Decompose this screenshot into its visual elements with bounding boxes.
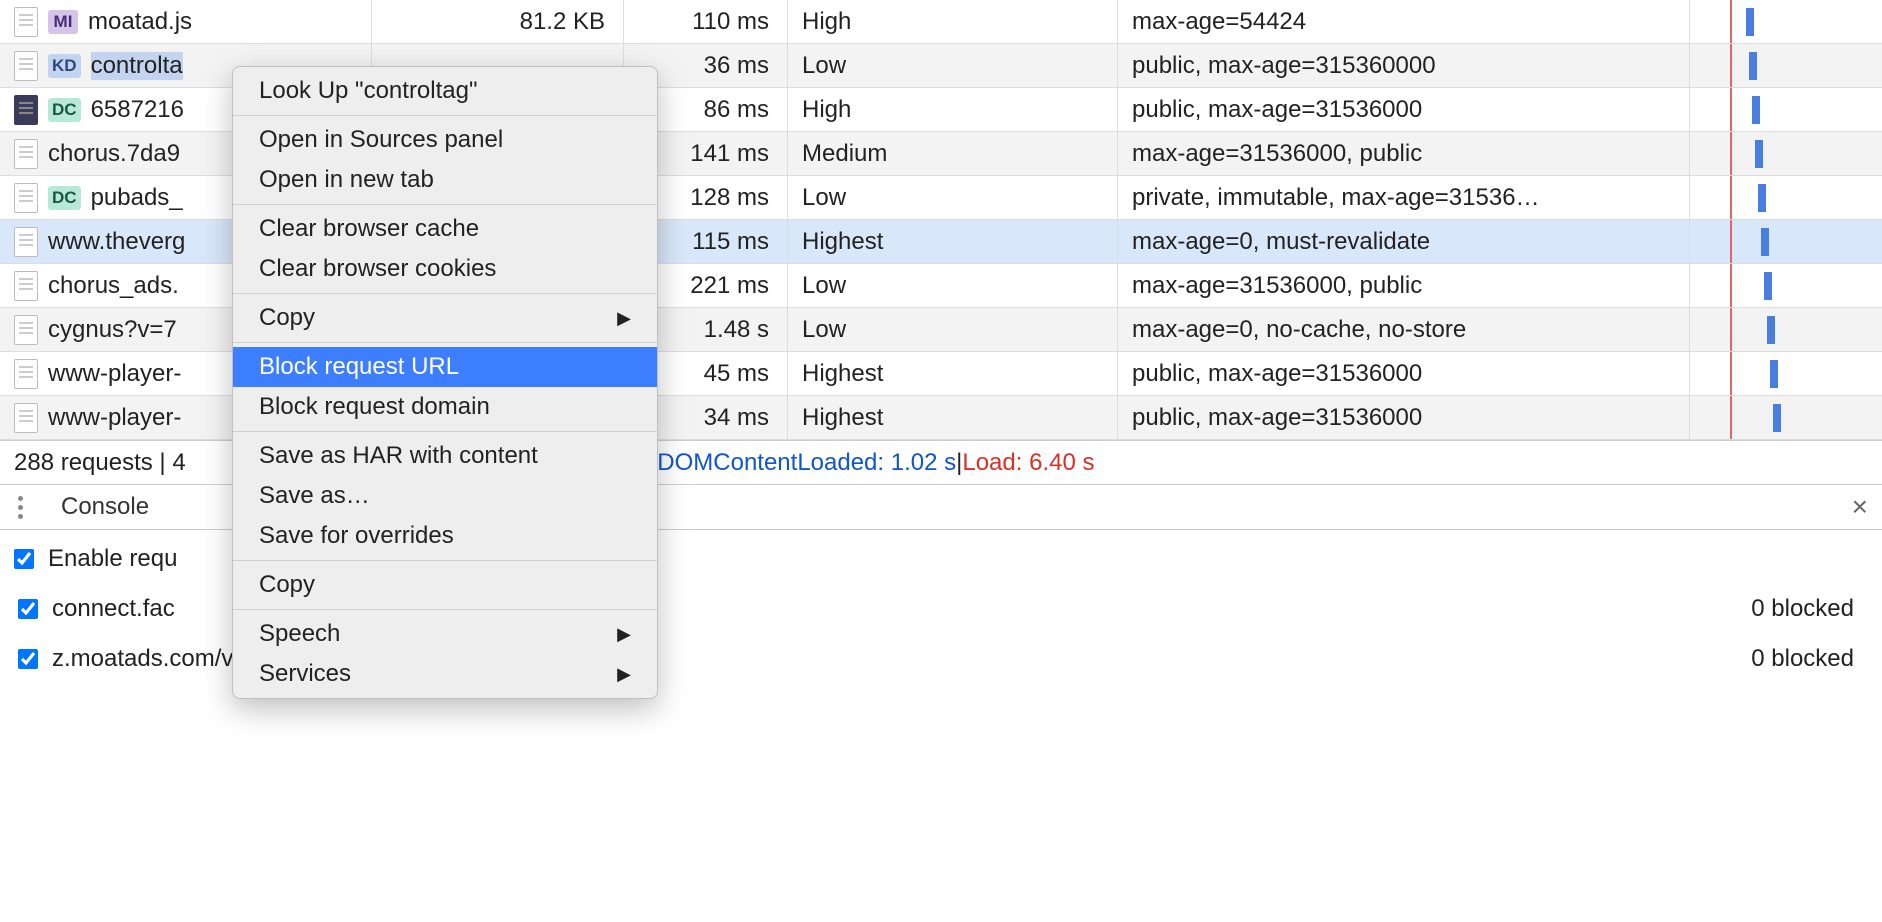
close-icon[interactable]: × <box>1852 491 1868 523</box>
menu-lookup[interactable]: Look Up "controltag" <box>233 71 657 111</box>
blocked-count: 0 blocked <box>1751 595 1868 623</box>
kebab-menu-icon[interactable] <box>8 490 33 525</box>
menu-save-har[interactable]: Save as HAR with content <box>233 436 657 476</box>
request-count: 288 requests | 4 <box>14 449 186 477</box>
cache-control-cell: max-age=31536000, public <box>1118 132 1690 175</box>
cache-control-cell: public, max-age=31536000 <box>1118 352 1690 395</box>
waterfall-cell <box>1690 88 1882 131</box>
request-name: chorus.7da9 <box>48 140 180 168</box>
priority-cell: Highest <box>788 220 1118 263</box>
priority-cell: High <box>788 88 1118 131</box>
chevron-right-icon: ▶ <box>617 664 631 685</box>
load-time: Load: 6.40 s <box>962 449 1094 477</box>
priority-cell: High <box>788 0 1118 43</box>
file-icon <box>14 95 38 125</box>
menu-services[interactable]: Services▶ <box>233 654 657 694</box>
request-name: controlta <box>91 52 183 80</box>
file-icon <box>14 7 38 37</box>
menu-separator <box>233 609 657 610</box>
cache-control-cell: max-age=54424 <box>1118 0 1690 43</box>
cache-control-cell: public, max-age=31536000 <box>1118 396 1690 439</box>
menu-save-as[interactable]: Save as… <box>233 476 657 516</box>
menu-separator <box>233 342 657 343</box>
waterfall-cell <box>1690 176 1882 219</box>
menu-open-sources[interactable]: Open in Sources panel <box>233 120 657 160</box>
menu-copy-submenu[interactable]: Copy▶ <box>233 298 657 338</box>
menu-separator <box>233 431 657 432</box>
block-pattern-checkbox[interactable] <box>18 649 38 669</box>
dom-content-loaded: DOMContentLoaded: 1.02 s <box>657 449 956 477</box>
priority-cell: Low <box>788 176 1118 219</box>
priority-cell: Low <box>788 264 1118 307</box>
cache-control-cell: private, immutable, max-age=31536… <box>1118 176 1690 219</box>
cache-control-cell: public, max-age=315360000 <box>1118 44 1690 87</box>
menu-block-url[interactable]: Block request URL <box>233 347 657 387</box>
waterfall-cell <box>1690 352 1882 395</box>
waterfall-cell <box>1690 44 1882 87</box>
priority-cell: Highest <box>788 352 1118 395</box>
menu-block-domain[interactable]: Block request domain <box>233 387 657 427</box>
menu-copy[interactable]: Copy <box>233 565 657 605</box>
block-pattern-label: connect.fac <box>52 595 175 623</box>
blocked-count: 0 blocked <box>1751 645 1868 673</box>
cache-control-cell: max-age=31536000, public <box>1118 264 1690 307</box>
cache-control-cell: max-age=0, must-revalidate <box>1118 220 1690 263</box>
priority-cell: Medium <box>788 132 1118 175</box>
initiator-badge: KD <box>48 54 81 78</box>
tab-console[interactable]: Console <box>51 487 159 527</box>
menu-separator <box>233 204 657 205</box>
initiator-badge: DC <box>48 186 81 210</box>
priority-cell: Low <box>788 44 1118 87</box>
file-icon <box>14 227 38 257</box>
file-icon <box>14 359 38 389</box>
block-pattern-checkbox[interactable] <box>18 599 38 619</box>
waterfall-cell <box>1690 396 1882 439</box>
menu-clear-cache[interactable]: Clear browser cache <box>233 209 657 249</box>
file-icon <box>14 403 38 433</box>
request-name: www.theverg <box>48 228 185 256</box>
chevron-right-icon: ▶ <box>617 308 631 329</box>
menu-open-tab[interactable]: Open in new tab <box>233 160 657 200</box>
enable-blocking-label: Enable requ <box>48 545 177 573</box>
menu-separator <box>233 560 657 561</box>
file-icon <box>14 183 38 213</box>
enable-blocking-checkbox[interactable] <box>14 549 34 569</box>
request-name: www-player- <box>48 360 181 388</box>
waterfall-cell <box>1690 308 1882 351</box>
request-name: pubads_ <box>91 184 183 212</box>
file-icon <box>14 271 38 301</box>
chevron-right-icon: ▶ <box>617 624 631 645</box>
cache-control-cell: max-age=0, no-cache, no-store <box>1118 308 1690 351</box>
request-name: www-player- <box>48 404 181 432</box>
waterfall-cell <box>1690 0 1882 43</box>
priority-cell: Highest <box>788 396 1118 439</box>
file-icon <box>14 139 38 169</box>
request-name: 6587216 <box>91 96 184 124</box>
menu-clear-cookies[interactable]: Clear browser cookies <box>233 249 657 289</box>
menu-speech[interactable]: Speech▶ <box>233 614 657 654</box>
menu-separator <box>233 115 657 116</box>
cache-control-cell: public, max-age=31536000 <box>1118 88 1690 131</box>
request-name: moatad.js <box>88 8 192 36</box>
context-menu: Look Up "controltag" Open in Sources pan… <box>232 66 658 699</box>
request-name: cygnus?v=7 <box>48 316 177 344</box>
network-row[interactable]: MI moatad.js 81.2 KB110 msHighmax-age=5442… <box>0 0 1882 44</box>
time-cell: 110 ms <box>624 0 788 43</box>
menu-separator <box>233 293 657 294</box>
waterfall-cell <box>1690 132 1882 175</box>
menu-save-overrides[interactable]: Save for overrides <box>233 516 657 556</box>
priority-cell: Low <box>788 308 1118 351</box>
initiator-badge: MI <box>48 10 78 34</box>
initiator-badge: DC <box>48 98 81 122</box>
waterfall-cell <box>1690 264 1882 307</box>
request-name: chorus_ads. <box>48 272 179 300</box>
size-cell: 81.2 KB <box>372 0 624 43</box>
file-icon <box>14 315 38 345</box>
waterfall-cell <box>1690 220 1882 263</box>
file-icon <box>14 51 38 81</box>
